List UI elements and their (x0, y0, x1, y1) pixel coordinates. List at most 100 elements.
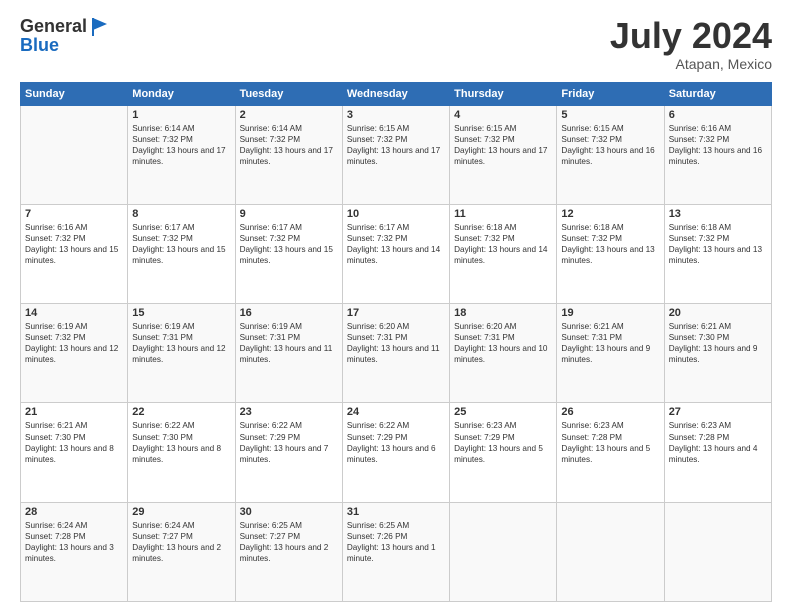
daylight: Daylight: 13 hours and 15 minutes. (25, 245, 118, 265)
day-number: 31 (347, 506, 445, 518)
day-number: 16 (240, 307, 338, 319)
day-info: Sunrise: 6:15 AM Sunset: 7:32 PM Dayligh… (561, 123, 659, 167)
col-saturday: Saturday (664, 82, 771, 105)
sunrise: Sunrise: 6:19 AM (132, 322, 194, 331)
table-row: 25 Sunrise: 6:23 AM Sunset: 7:29 PM Dayl… (450, 403, 557, 502)
table-row: 4 Sunrise: 6:15 AM Sunset: 7:32 PM Dayli… (450, 105, 557, 204)
sunset: Sunset: 7:29 PM (347, 433, 408, 442)
day-info: Sunrise: 6:14 AM Sunset: 7:32 PM Dayligh… (132, 123, 230, 167)
daylight: Daylight: 13 hours and 9 minutes. (561, 344, 650, 364)
sunrise: Sunrise: 6:21 AM (25, 421, 87, 430)
daylight: Daylight: 13 hours and 15 minutes. (240, 245, 333, 265)
daylight: Daylight: 13 hours and 14 minutes. (347, 245, 440, 265)
day-number: 23 (240, 406, 338, 418)
day-number: 10 (347, 208, 445, 220)
table-row: 12 Sunrise: 6:18 AM Sunset: 7:32 PM Dayl… (557, 204, 664, 303)
day-info: Sunrise: 6:22 AM Sunset: 7:29 PM Dayligh… (240, 420, 338, 464)
sunrise: Sunrise: 6:17 AM (240, 223, 302, 232)
day-number: 27 (669, 406, 767, 418)
table-row: 16 Sunrise: 6:19 AM Sunset: 7:31 PM Dayl… (235, 304, 342, 403)
location: Atapan, Mexico (610, 56, 772, 72)
day-info: Sunrise: 6:24 AM Sunset: 7:28 PM Dayligh… (25, 520, 123, 564)
table-row (21, 105, 128, 204)
table-row: 21 Sunrise: 6:21 AM Sunset: 7:30 PM Dayl… (21, 403, 128, 502)
daylight: Daylight: 13 hours and 7 minutes. (240, 444, 329, 464)
day-info: Sunrise: 6:24 AM Sunset: 7:27 PM Dayligh… (132, 520, 230, 564)
table-row: 10 Sunrise: 6:17 AM Sunset: 7:32 PM Dayl… (342, 204, 449, 303)
day-number: 8 (132, 208, 230, 220)
sunrise: Sunrise: 6:22 AM (347, 421, 409, 430)
day-number: 21 (25, 406, 123, 418)
table-row: 31 Sunrise: 6:25 AM Sunset: 7:26 PM Dayl… (342, 502, 449, 601)
table-row: 30 Sunrise: 6:25 AM Sunset: 7:27 PM Dayl… (235, 502, 342, 601)
table-row: 14 Sunrise: 6:19 AM Sunset: 7:32 PM Dayl… (21, 304, 128, 403)
calendar-table: Sunday Monday Tuesday Wednesday Thursday… (20, 82, 772, 602)
day-number: 13 (669, 208, 767, 220)
sunset: Sunset: 7:28 PM (561, 433, 622, 442)
title-block: July 2024 Atapan, Mexico (610, 16, 772, 72)
table-row: 6 Sunrise: 6:16 AM Sunset: 7:32 PM Dayli… (664, 105, 771, 204)
daylight: Daylight: 13 hours and 17 minutes. (240, 146, 333, 166)
day-number: 15 (132, 307, 230, 319)
day-number: 9 (240, 208, 338, 220)
sunrise: Sunrise: 6:22 AM (132, 421, 194, 430)
day-number: 14 (25, 307, 123, 319)
day-number: 22 (132, 406, 230, 418)
header: General Blue July 2024 Atapan, Mexico (20, 16, 772, 72)
day-number: 7 (25, 208, 123, 220)
day-info: Sunrise: 6:23 AM Sunset: 7:28 PM Dayligh… (561, 420, 659, 464)
sunset: Sunset: 7:27 PM (240, 532, 301, 541)
table-row: 7 Sunrise: 6:16 AM Sunset: 7:32 PM Dayli… (21, 204, 128, 303)
sunset: Sunset: 7:32 PM (561, 135, 622, 144)
day-number: 24 (347, 406, 445, 418)
sunset: Sunset: 7:31 PM (347, 333, 408, 342)
day-number: 28 (25, 506, 123, 518)
day-info: Sunrise: 6:25 AM Sunset: 7:27 PM Dayligh… (240, 520, 338, 564)
sunset: Sunset: 7:32 PM (132, 234, 193, 243)
daylight: Daylight: 13 hours and 13 minutes. (561, 245, 654, 265)
day-info: Sunrise: 6:18 AM Sunset: 7:32 PM Dayligh… (561, 222, 659, 266)
sunset: Sunset: 7:29 PM (454, 433, 515, 442)
day-info: Sunrise: 6:19 AM Sunset: 7:31 PM Dayligh… (132, 321, 230, 365)
sunrise: Sunrise: 6:18 AM (454, 223, 516, 232)
sunrise: Sunrise: 6:25 AM (240, 521, 302, 530)
sunrise: Sunrise: 6:19 AM (240, 322, 302, 331)
daylight: Daylight: 13 hours and 8 minutes. (132, 444, 221, 464)
day-info: Sunrise: 6:17 AM Sunset: 7:32 PM Dayligh… (347, 222, 445, 266)
day-info: Sunrise: 6:18 AM Sunset: 7:32 PM Dayligh… (454, 222, 552, 266)
sunset: Sunset: 7:30 PM (25, 433, 86, 442)
day-info: Sunrise: 6:23 AM Sunset: 7:29 PM Dayligh… (454, 420, 552, 464)
day-number: 25 (454, 406, 552, 418)
sunrise: Sunrise: 6:22 AM (240, 421, 302, 430)
sunset: Sunset: 7:28 PM (669, 433, 730, 442)
day-info: Sunrise: 6:19 AM Sunset: 7:31 PM Dayligh… (240, 321, 338, 365)
sunrise: Sunrise: 6:21 AM (561, 322, 623, 331)
sunset: Sunset: 7:27 PM (132, 532, 193, 541)
daylight: Daylight: 13 hours and 13 minutes. (669, 245, 762, 265)
day-info: Sunrise: 6:17 AM Sunset: 7:32 PM Dayligh… (240, 222, 338, 266)
calendar-header-row: Sunday Monday Tuesday Wednesday Thursday… (21, 82, 772, 105)
day-number: 5 (561, 109, 659, 121)
sunset: Sunset: 7:32 PM (240, 135, 301, 144)
sunrise: Sunrise: 6:19 AM (25, 322, 87, 331)
week-row-1: 1 Sunrise: 6:14 AM Sunset: 7:32 PM Dayli… (21, 105, 772, 204)
table-row: 19 Sunrise: 6:21 AM Sunset: 7:31 PM Dayl… (557, 304, 664, 403)
day-info: Sunrise: 6:21 AM Sunset: 7:30 PM Dayligh… (669, 321, 767, 365)
daylight: Daylight: 13 hours and 9 minutes. (669, 344, 758, 364)
page: General Blue July 2024 Atapan, Mexico Su… (0, 0, 792, 612)
daylight: Daylight: 13 hours and 16 minutes. (669, 146, 762, 166)
sunrise: Sunrise: 6:17 AM (132, 223, 194, 232)
day-info: Sunrise: 6:23 AM Sunset: 7:28 PM Dayligh… (669, 420, 767, 464)
daylight: Daylight: 13 hours and 17 minutes. (132, 146, 225, 166)
daylight: Daylight: 13 hours and 1 minute. (347, 543, 436, 563)
sunset: Sunset: 7:32 PM (669, 234, 730, 243)
week-row-3: 14 Sunrise: 6:19 AM Sunset: 7:32 PM Dayl… (21, 304, 772, 403)
sunset: Sunset: 7:32 PM (25, 333, 86, 342)
col-thursday: Thursday (450, 82, 557, 105)
day-number: 29 (132, 506, 230, 518)
table-row: 23 Sunrise: 6:22 AM Sunset: 7:29 PM Dayl… (235, 403, 342, 502)
day-info: Sunrise: 6:25 AM Sunset: 7:26 PM Dayligh… (347, 520, 445, 564)
sunset: Sunset: 7:31 PM (240, 333, 301, 342)
sunset: Sunset: 7:32 PM (347, 135, 408, 144)
daylight: Daylight: 13 hours and 14 minutes. (454, 245, 547, 265)
